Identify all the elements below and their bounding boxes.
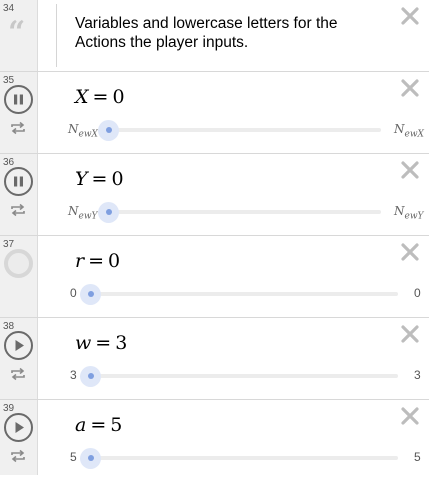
- slider-handle[interactable]: [105, 127, 112, 133]
- row-gutter: 34 “: [0, 0, 38, 71]
- expression-row-slider-w[interactable]: 38 w = 3 3 3: [0, 318, 429, 400]
- close-icon[interactable]: [399, 5, 421, 27]
- slider-track[interactable]: [90, 374, 398, 378]
- note-text[interactable]: Variables and lowercase letters for the …: [75, 14, 375, 52]
- slider-handle[interactable]: [105, 209, 112, 215]
- slider: NewX NewX: [0, 72, 429, 152]
- expression-row-slider-a[interactable]: 39 a = 5 5 5: [0, 400, 429, 475]
- row-index: 34: [3, 3, 15, 14]
- note-divider: [56, 4, 57, 67]
- slider-min-label[interactable]: 5: [70, 450, 77, 464]
- slider-max-label[interactable]: NewX: [394, 122, 424, 139]
- slider-min-label[interactable]: NewX: [68, 122, 98, 139]
- slider-min-label[interactable]: 3: [70, 368, 77, 382]
- note-quote-icon: “: [8, 15, 26, 50]
- slider-max-label[interactable]: NewY: [394, 204, 423, 221]
- slider-track[interactable]: [108, 128, 381, 132]
- slider: 5 5: [0, 400, 429, 480]
- slider-track[interactable]: [90, 456, 398, 460]
- slider-handle[interactable]: [87, 373, 94, 379]
- slider-handle[interactable]: [87, 455, 94, 461]
- slider-min-label[interactable]: NewY: [68, 204, 97, 221]
- expression-row-slider-y[interactable]: 36 Y = 0 NewY NewY: [0, 154, 429, 236]
- expression-row-slider-r[interactable]: 37 r = 0 0 0: [0, 236, 429, 318]
- slider: 3 3: [0, 318, 429, 398]
- slider-max-label[interactable]: 5: [414, 450, 421, 464]
- expression-list: 34 “ Variables and lowercase letters for…: [0, 0, 429, 475]
- slider-track[interactable]: [90, 292, 398, 296]
- slider-handle[interactable]: [87, 291, 94, 297]
- expression-row-note[interactable]: 34 “ Variables and lowercase letters for…: [0, 0, 429, 72]
- expression-row-slider-x[interactable]: 35 X = 0 NewX NewX: [0, 72, 429, 154]
- slider-max-label[interactable]: 0: [414, 286, 421, 300]
- slider-track[interactable]: [108, 210, 381, 214]
- slider: NewY NewY: [0, 154, 429, 234]
- slider-max-label[interactable]: 3: [414, 368, 421, 382]
- slider-min-label[interactable]: 0: [70, 286, 77, 300]
- slider: 0 0: [0, 236, 429, 316]
